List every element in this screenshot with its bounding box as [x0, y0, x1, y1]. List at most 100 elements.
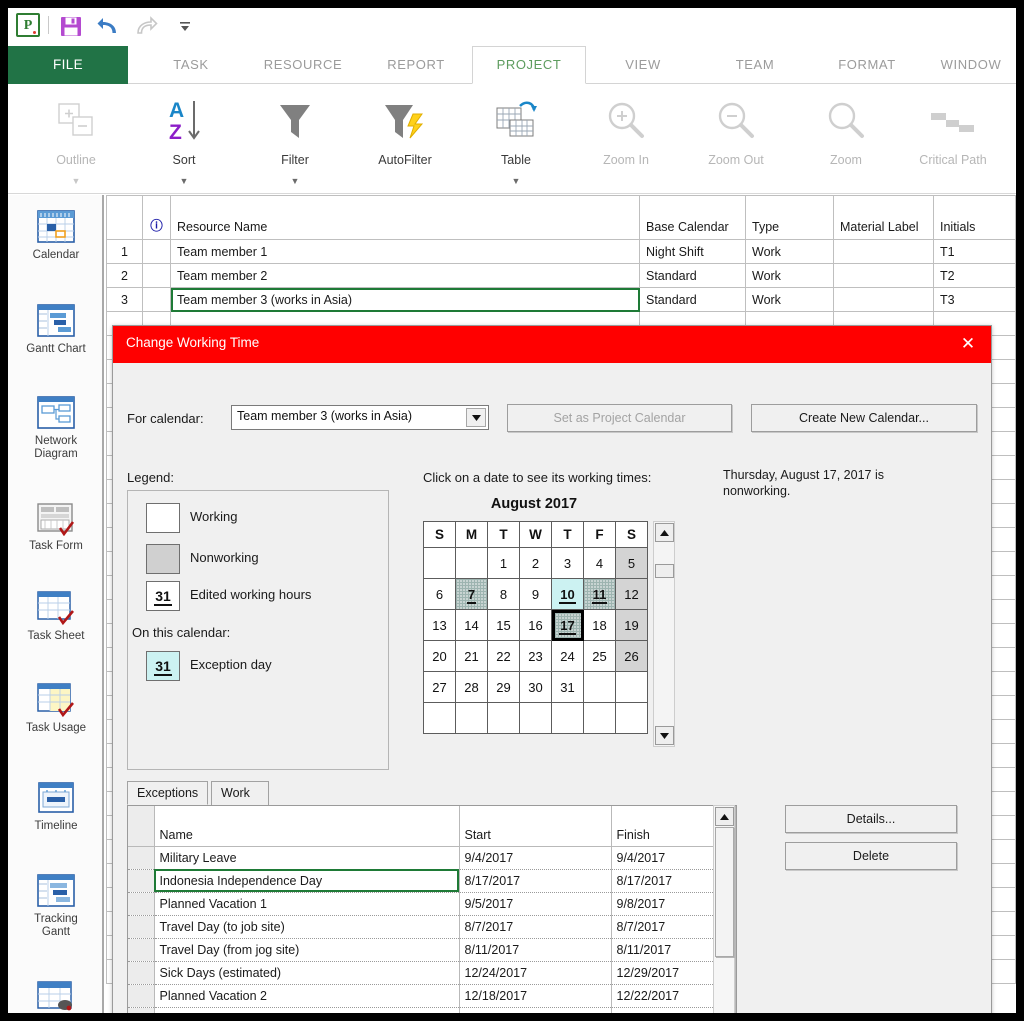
sidebar-item-task-sheet[interactable]: Task Sheet — [8, 590, 104, 643]
column-header-type[interactable]: Type — [745, 195, 834, 240]
tab-team[interactable]: TEAM — [698, 46, 812, 84]
calendar-day[interactable]: 31 — [551, 671, 584, 703]
cell-exception-name[interactable]: Military Leave — [154, 846, 460, 870]
cell-type[interactable]: Work — [745, 287, 834, 312]
tab-window[interactable]: WINDOW — [916, 46, 1016, 84]
exception-row[interactable]: Planned 1/2 Day 8/10/2017 8/10/2017 — [128, 1007, 736, 1013]
calendar-day[interactable] — [615, 702, 648, 734]
tab-view[interactable]: VIEW — [586, 46, 700, 84]
calendar-day[interactable]: 20 — [423, 640, 456, 672]
calendar-day[interactable] — [583, 671, 616, 703]
calendar-day[interactable]: 30 — [519, 671, 552, 703]
chevron-down-icon[interactable]: ▼ — [243, 176, 347, 186]
calendar-day[interactable]: 13 — [423, 609, 456, 641]
cell-type[interactable]: Work — [745, 263, 834, 288]
tab-report[interactable]: REPORT — [353, 46, 479, 84]
row-selector[interactable] — [128, 892, 155, 916]
cell-exception-start[interactable]: 8/7/2017 — [459, 915, 612, 939]
sidebar-item-tracking-gantt[interactable]: Tracking Gantt — [8, 873, 104, 939]
chevron-down-icon[interactable]: ▼ — [464, 176, 568, 186]
ribbon-command-filter[interactable]: Filter ▼ — [243, 90, 347, 186]
customize-qat-icon[interactable] — [176, 18, 194, 36]
calendar-day[interactable]: 18 — [583, 609, 616, 641]
cell-initials[interactable]: T3 — [933, 287, 1016, 312]
cell-exception-name[interactable]: Planned Vacation 1 — [154, 892, 460, 916]
row-selector[interactable] — [128, 869, 155, 893]
calendar-day[interactable]: 16 — [519, 609, 552, 641]
cell-base-calendar[interactable]: Standard — [639, 263, 746, 288]
table-row[interactable]: 3 Team member 3 (works in Asia) Standard… — [106, 287, 1016, 312]
exceptions-scrollbar[interactable] — [713, 805, 735, 1013]
scroll-down-icon[interactable] — [655, 726, 674, 745]
scroll-up-icon[interactable] — [655, 523, 674, 542]
row-selector[interactable] — [128, 961, 155, 985]
calendar-day[interactable]: 2 — [519, 547, 552, 579]
cell-material-label[interactable] — [833, 287, 934, 312]
column-header-id[interactable] — [106, 195, 143, 240]
calendar-day[interactable]: 5 — [615, 547, 648, 579]
calendar-day[interactable] — [519, 702, 552, 734]
details-button[interactable]: Details... — [785, 805, 957, 833]
calendar-day[interactable] — [583, 702, 616, 734]
calendar-day[interactable]: 3 — [551, 547, 584, 579]
calendar-day[interactable]: 8 — [487, 578, 520, 610]
calendar-day[interactable]: 15 — [487, 609, 520, 641]
calendar-day[interactable]: 25 — [583, 640, 616, 672]
cell-exception-name[interactable]: Planned 1/2 Day — [154, 1007, 460, 1013]
cell-initials[interactable]: T2 — [933, 263, 1016, 288]
calendar-day[interactable]: 4 — [583, 547, 616, 579]
cell-exception-name[interactable]: Planned Vacation 2 — [154, 984, 460, 1008]
undo-icon[interactable] — [96, 14, 122, 39]
set-as-project-calendar-button[interactable]: Set as Project Calendar — [507, 404, 732, 432]
cell-base-calendar[interactable]: Standard — [639, 287, 746, 312]
column-header-material-label[interactable]: Material Label — [833, 195, 934, 240]
ribbon-command-autofilter[interactable]: AutoFilter — [353, 90, 457, 167]
for-calendar-select[interactable]: Team member 3 (works in Asia) — [231, 405, 489, 430]
calendar-day-exception[interactable]: 10 — [551, 578, 584, 610]
sidebar-item-timeline[interactable]: Timeline — [8, 780, 104, 833]
cell-exception-start[interactable]: 9/4/2017 — [459, 846, 612, 870]
cell-base-calendar[interactable]: Night Shift — [639, 239, 746, 264]
column-header-resource-name[interactable]: Resource Name — [170, 195, 640, 240]
table-row[interactable]: 2 Team member 2 Standard Work T2 — [106, 263, 1016, 288]
cell-material-label[interactable] — [833, 263, 934, 288]
exceptions-scrollbar-thumb[interactable] — [715, 827, 734, 957]
tab-exceptions[interactable]: Exceptions — [127, 781, 209, 805]
tab-file[interactable]: FILE — [8, 46, 128, 84]
calendar-day[interactable]: 21 — [455, 640, 488, 672]
column-header-base-calendar[interactable]: Base Calendar — [639, 195, 746, 240]
column-header-initials[interactable]: Initials — [933, 195, 1016, 240]
sidebar-item-task-form[interactable]: Task Form — [8, 500, 104, 553]
chevron-down-icon[interactable]: ▼ — [24, 176, 128, 186]
row-selector[interactable] — [128, 984, 155, 1008]
delete-button[interactable]: Delete — [785, 842, 957, 870]
row-selector[interactable] — [128, 1007, 155, 1013]
calendar-day[interactable]: 29 — [487, 671, 520, 703]
calendar-day[interactable]: 22 — [487, 640, 520, 672]
ribbon-command-outline[interactable]: Outline ▼ — [24, 90, 128, 186]
save-icon[interactable] — [60, 16, 82, 37]
calendar-scrollbar-thumb[interactable] — [655, 564, 674, 578]
calendar-day-exception[interactable]: 7 — [455, 578, 488, 610]
calendar-day[interactable] — [423, 702, 456, 734]
cell-exception-start[interactable]: 8/11/2017 — [459, 938, 612, 962]
calendar-day[interactable]: 23 — [519, 640, 552, 672]
cell-initials[interactable]: T1 — [933, 239, 1016, 264]
cell-exception-start[interactable]: 9/5/2017 — [459, 892, 612, 916]
column-header-name[interactable]: Name — [154, 806, 460, 847]
calendar-day[interactable] — [551, 702, 584, 734]
cell-exception-start[interactable]: 8/17/2017 — [459, 869, 612, 893]
calendar-day[interactable] — [455, 547, 488, 579]
cell-exception-name[interactable]: Travel Day (from jog site) — [154, 938, 460, 962]
exception-row[interactable]: Planned Vacation 1 9/5/2017 9/8/2017 — [128, 892, 736, 916]
info-icon[interactable]: ⓘ — [142, 195, 171, 240]
calendar-day[interactable] — [423, 547, 456, 579]
sidebar-item-task-usage[interactable]: Task Usage — [8, 682, 104, 735]
calendar-day[interactable] — [455, 702, 488, 734]
cell-resource-name[interactable]: Team member 2 — [170, 263, 640, 288]
cell-exception-start[interactable]: 12/24/2017 — [459, 961, 612, 985]
calendar-day[interactable]: 9 — [519, 578, 552, 610]
exception-row[interactable]: Planned Vacation 2 12/18/2017 12/22/2017 — [128, 984, 736, 1008]
exception-row[interactable]: Travel Day (from jog site) 8/11/2017 8/1… — [128, 938, 736, 962]
table-row[interactable]: 1 Team member 1 Night Shift Work T1 — [106, 239, 1016, 264]
